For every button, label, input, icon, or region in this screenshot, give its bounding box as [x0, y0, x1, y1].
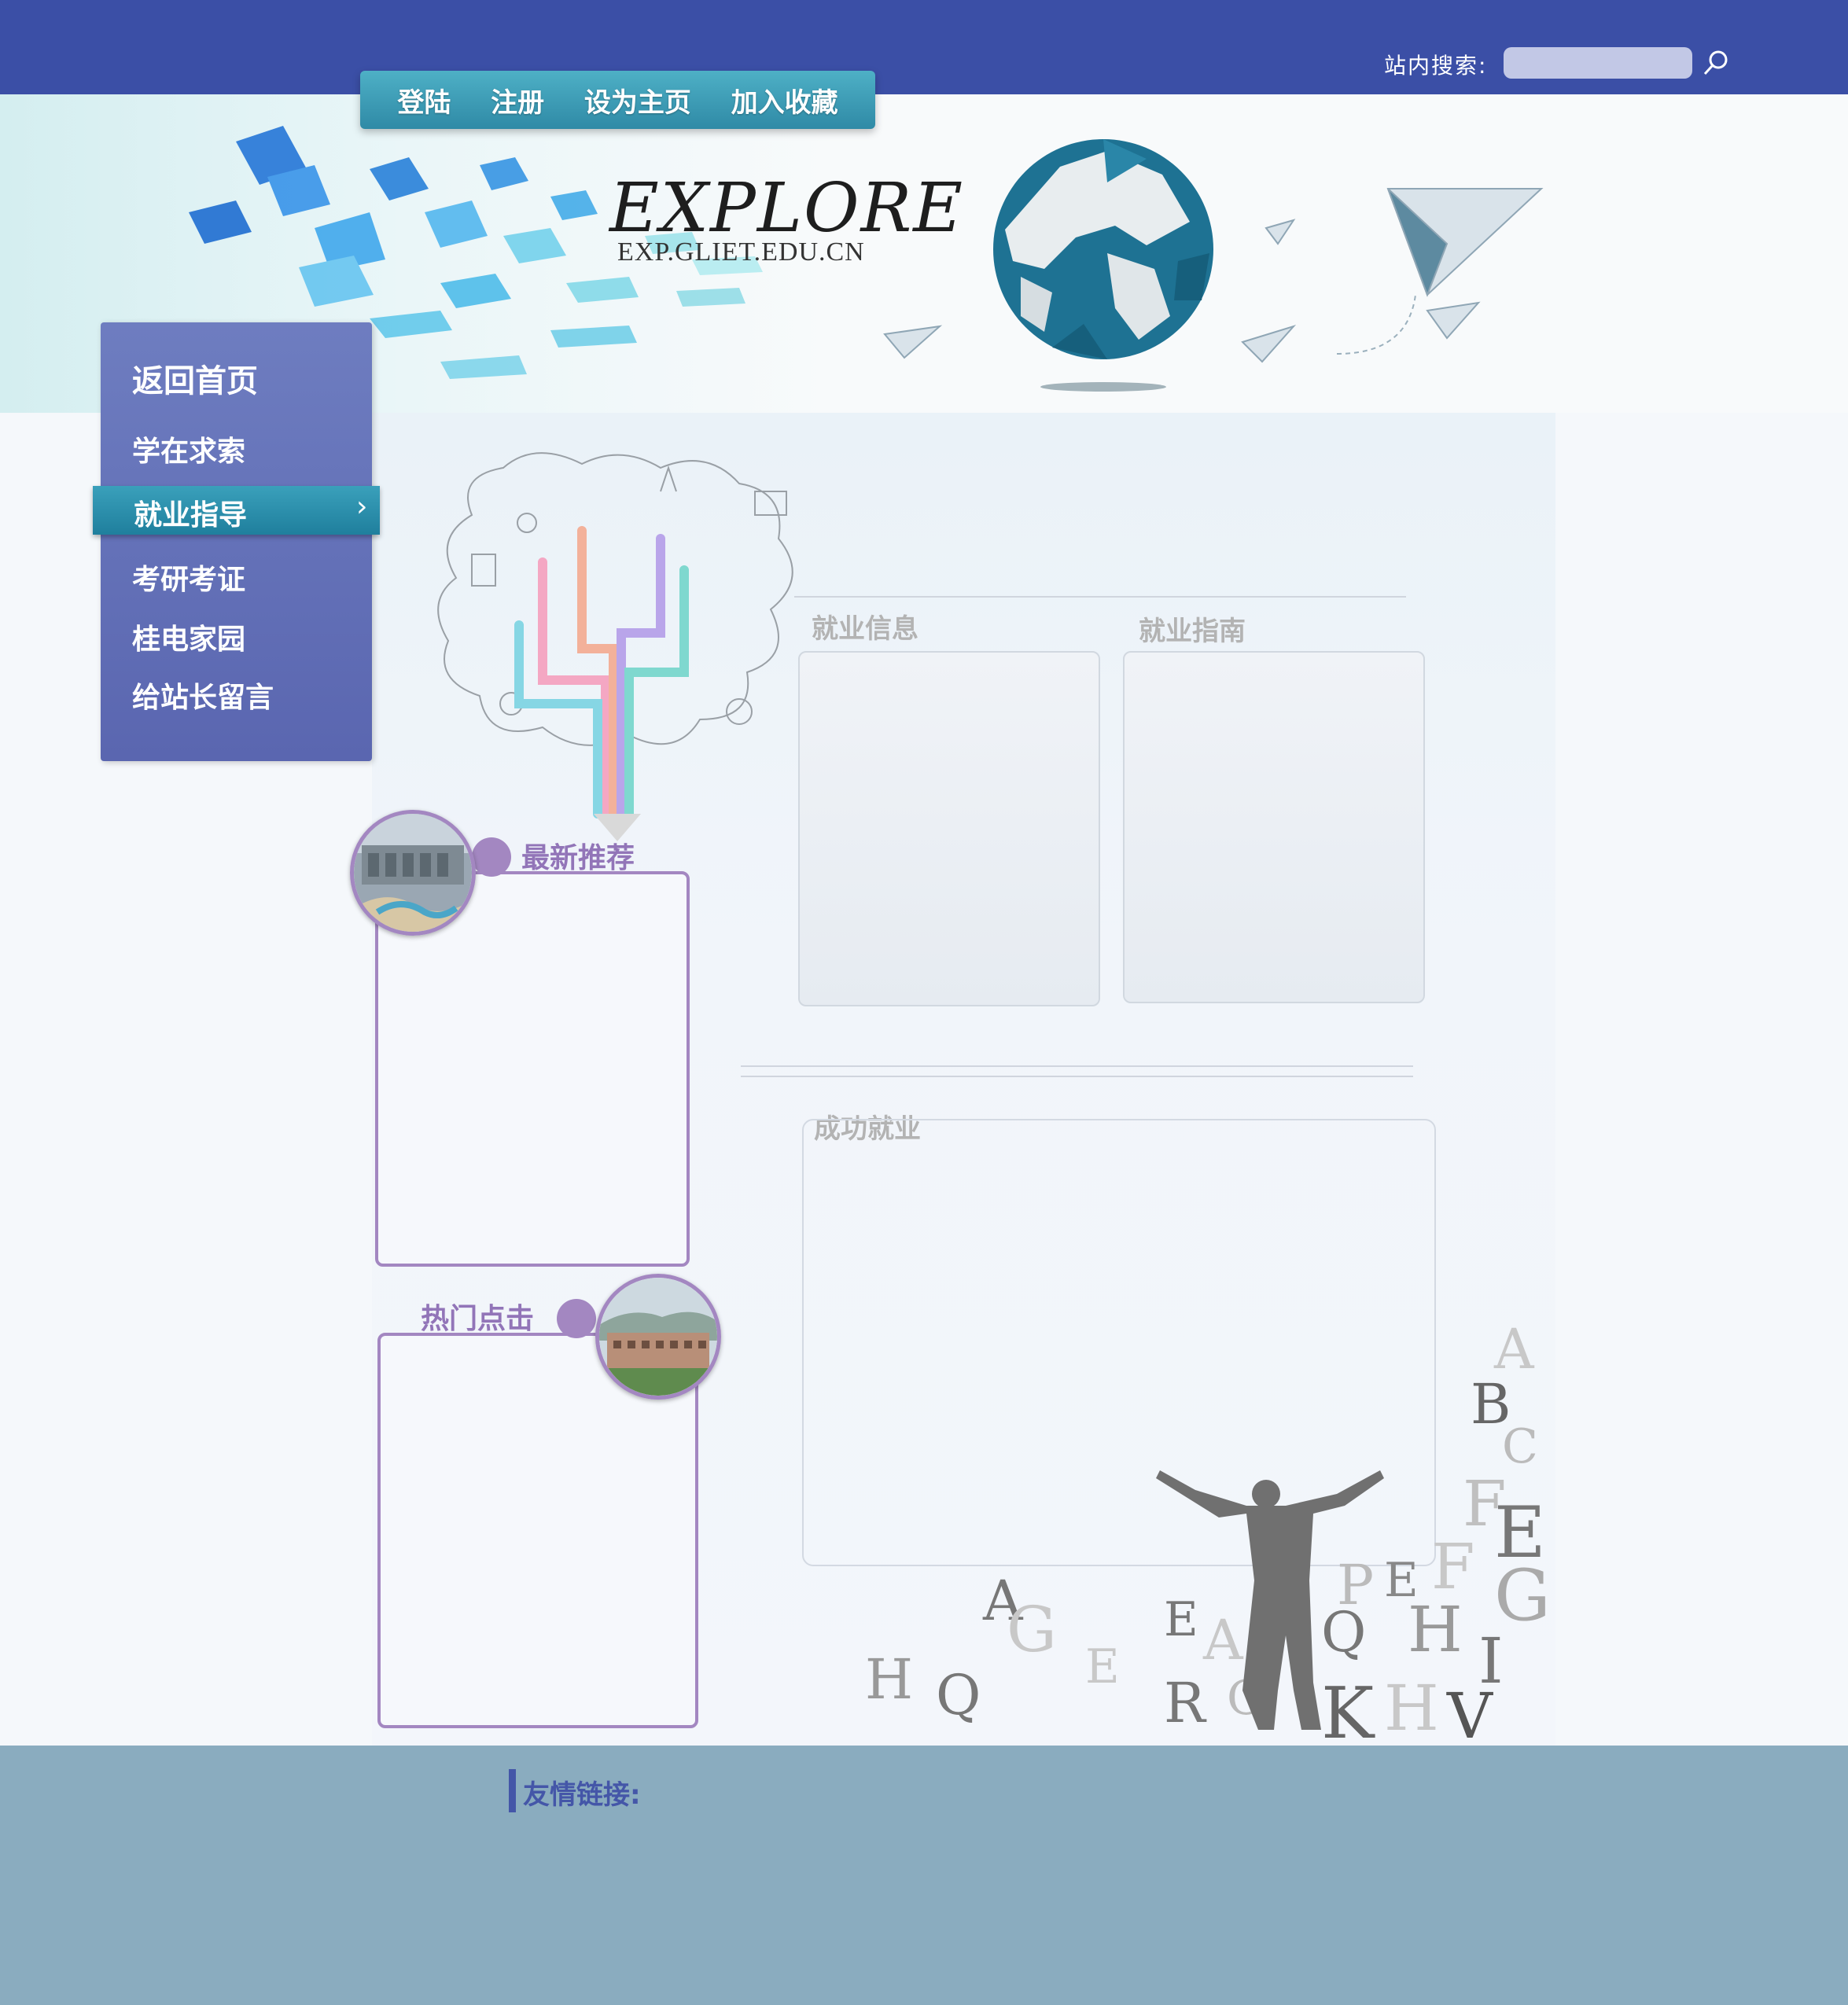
sidebar-item-career[interactable]: 就业指导 › [93, 486, 380, 535]
svg-text:H: H [1408, 1593, 1463, 1666]
svg-text:H: H [865, 1647, 913, 1712]
sidebar-item-campus[interactable]: 桂电家园 [132, 616, 245, 657]
svg-text:A: A [1202, 1608, 1244, 1672]
divider-line [794, 596, 1406, 598]
search-label: 站内搜索: [1384, 53, 1488, 79]
nav-register[interactable]: 注册 [491, 81, 544, 120]
idea-tree-illustration [437, 452, 793, 841]
job-info-card [798, 651, 1100, 1006]
svg-text:Q: Q [936, 1663, 981, 1727]
sidebar-item-message[interactable]: 给站长留言 [132, 675, 274, 716]
search-input[interactable] [1504, 47, 1692, 79]
divider-line [741, 1076, 1413, 1077]
top-nav: 登陆 注册 设为主页 加入收藏 [360, 71, 875, 129]
sidebar-item-home[interactable]: 返回首页 [132, 355, 258, 401]
sidebar: 返回首页 学在求索 考研考证 桂电家园 给站长留言 [101, 322, 372, 761]
campus-building-image [599, 1278, 717, 1396]
search-button[interactable] [1699, 46, 1733, 80]
sidebar-item-exams[interactable]: 考研考证 [132, 557, 245, 598]
latest-dot [472, 837, 511, 877]
svg-text:E: E [1164, 1592, 1198, 1647]
sidebar-item-label: 就业指导 [134, 499, 248, 532]
hot-dot [557, 1299, 596, 1338]
footer [0, 1746, 1848, 2005]
sidebar-item-study[interactable]: 学在求索 [132, 429, 245, 469]
hot-title: 热门点击 [421, 1303, 535, 1335]
svg-text:H: H [1384, 1672, 1439, 1745]
search-icon [1703, 50, 1728, 75]
logo-domain: EXP.GLIET.EDU.CN [617, 237, 865, 267]
section-title-job-info: 就业信息 [812, 613, 918, 645]
nav-set-homepage[interactable]: 设为主页 [584, 81, 691, 120]
letters-figure-decoration: A B C F E F G P E H I Q K H V R A O E E … [865, 1321, 1551, 1746]
friend-links-label: 友情链接: [523, 1779, 641, 1811]
svg-text:K: K [1321, 1672, 1375, 1746]
svg-text:R: R [1164, 1671, 1207, 1735]
latest-photo [350, 810, 476, 936]
globe-icon [993, 139, 1213, 392]
logo-title: EXPLORE [609, 169, 965, 248]
hot-photo [595, 1274, 721, 1400]
latest-title: 最新推荐 [521, 842, 635, 874]
job-guide-card [1123, 651, 1425, 1003]
nav-add-favorite[interactable]: 加入收藏 [731, 81, 838, 120]
svg-text:G: G [1007, 1593, 1057, 1666]
chevron-right-icon: › [356, 491, 368, 523]
footer-accent-bar [509, 1769, 516, 1812]
svg-text:Q: Q [1321, 1600, 1366, 1665]
divider-line [741, 1065, 1413, 1067]
svg-text:V: V [1446, 1679, 1493, 1746]
svg-text:E: E [1085, 1639, 1120, 1694]
section-title-job-guide: 就业指南 [1139, 616, 1246, 647]
svg-text:C: C [1502, 1419, 1538, 1474]
nav-login[interactable]: 登陆 [397, 81, 451, 120]
campus-photo-image [354, 814, 472, 932]
